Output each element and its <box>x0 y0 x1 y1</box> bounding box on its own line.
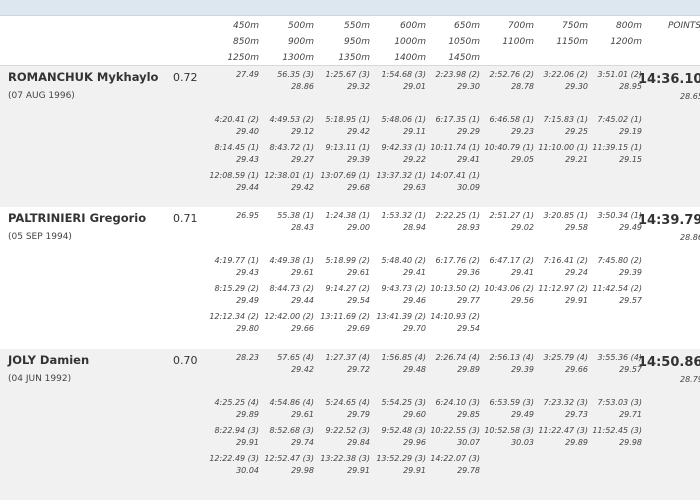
athlete-row: PALTRINIERI Gregorio (05 SEP 1994) 0.71 14:… <box>0 207 700 348</box>
split-cell: 7:45.02 (1) 29.19 <box>570 114 642 138</box>
athlete-birthdate: (05 SEP 1994) <box>8 232 72 242</box>
lap-time: 29.57 <box>619 365 642 374</box>
athlete-row: JOLY Damien (04 JUN 1992) 0.70 14:50.86 28.7… <box>0 349 700 500</box>
lap-time: 29.57 <box>619 296 642 305</box>
split-time: 7:45.02 (1) <box>597 115 642 124</box>
lap-time: 29.15 <box>619 155 642 164</box>
split-time: 3:50.34 (1) <box>597 211 642 220</box>
split-cell: 7:53.03 (3) 29.71 <box>570 397 642 421</box>
split-header: 450m 850m 1250m 500m 900m 1300m 550m 950m 1350m 6… <box>0 17 700 66</box>
split-time: 7:45.80 (2) <box>597 256 642 265</box>
split-time: 3:55.36 (4) <box>597 353 642 362</box>
split-time: 14:22.07 (3) <box>430 454 480 463</box>
lap-time: 29.19 <box>619 127 642 136</box>
athlete-birthdate: (04 JUN 1992) <box>8 374 72 384</box>
final-time: 14:39.79 <box>638 213 700 228</box>
header-distance: 1200m <box>610 37 642 47</box>
lap-time: 29.49 <box>619 223 642 232</box>
split-time: 3:51.01 (2) <box>597 70 642 79</box>
split-time: 14:07.41 (1) <box>430 171 480 180</box>
athlete-name: ROMANCHUK Mykhaylo <box>8 70 159 84</box>
split-cell: 14:10.93 (2) 29.54 <box>408 311 480 335</box>
split-cell: 14:22.07 (3) 29.78 <box>408 453 480 477</box>
split-time: 14:10.93 (2) <box>430 312 480 321</box>
top-bar <box>0 0 700 16</box>
split-cell: 14:07.41 (1) 30.09 <box>408 170 480 194</box>
split-cell: 11:42.54 (2) 29.57 <box>570 283 642 307</box>
final-lap: 28.86 <box>680 233 700 242</box>
final-time: 14:50.86 <box>638 355 700 370</box>
lap-time: 29.98 <box>619 438 642 447</box>
lap-time: 29.71 <box>619 410 642 419</box>
split-cell: 11:39.15 (1) 29.15 <box>570 142 642 166</box>
final-time: 14:36.10 <box>638 72 700 87</box>
header-distance: 800m <box>616 21 642 31</box>
split-cell: 11:52.45 (3) 29.98 <box>570 425 642 449</box>
split-time: 7:53.03 (3) <box>597 398 642 407</box>
split-cell: 3:50.34 (1) 29.49 <box>570 210 642 234</box>
split-time: 11:52.45 (3) <box>592 426 642 435</box>
split-cell: 7:45.80 (2) 29.39 <box>570 255 642 279</box>
athlete-birthdate: (07 AUG 1996) <box>8 91 75 101</box>
lap-time: 29.78 <box>457 466 480 475</box>
lap-time: 28.95 <box>619 82 642 91</box>
final-lap: 28.79 <box>680 375 700 384</box>
split-time: 11:42.54 (2) <box>592 284 642 293</box>
header-column: 800m 1200m <box>572 18 642 66</box>
points-header: POINTS <box>668 21 700 31</box>
lap-time: 29.54 <box>457 324 480 333</box>
lap-time: 29.39 <box>619 268 642 277</box>
header-distance <box>572 50 642 66</box>
final-lap: 28.65 <box>680 92 700 101</box>
split-time: 11:39.15 (1) <box>592 143 642 152</box>
athlete-name: PALTRINIERI Gregorio <box>8 211 147 225</box>
lap-time: 30.09 <box>457 183 480 192</box>
athlete-row: ROMANCHUK Mykhaylo (07 AUG 1996) 0.72 14:36… <box>0 66 700 207</box>
athlete-name: JOLY Damien <box>8 353 90 367</box>
split-cell: 3:51.01 (2) 28.95 <box>570 69 642 93</box>
split-cell: 3:55.36 (4) 29.57 <box>570 352 642 376</box>
